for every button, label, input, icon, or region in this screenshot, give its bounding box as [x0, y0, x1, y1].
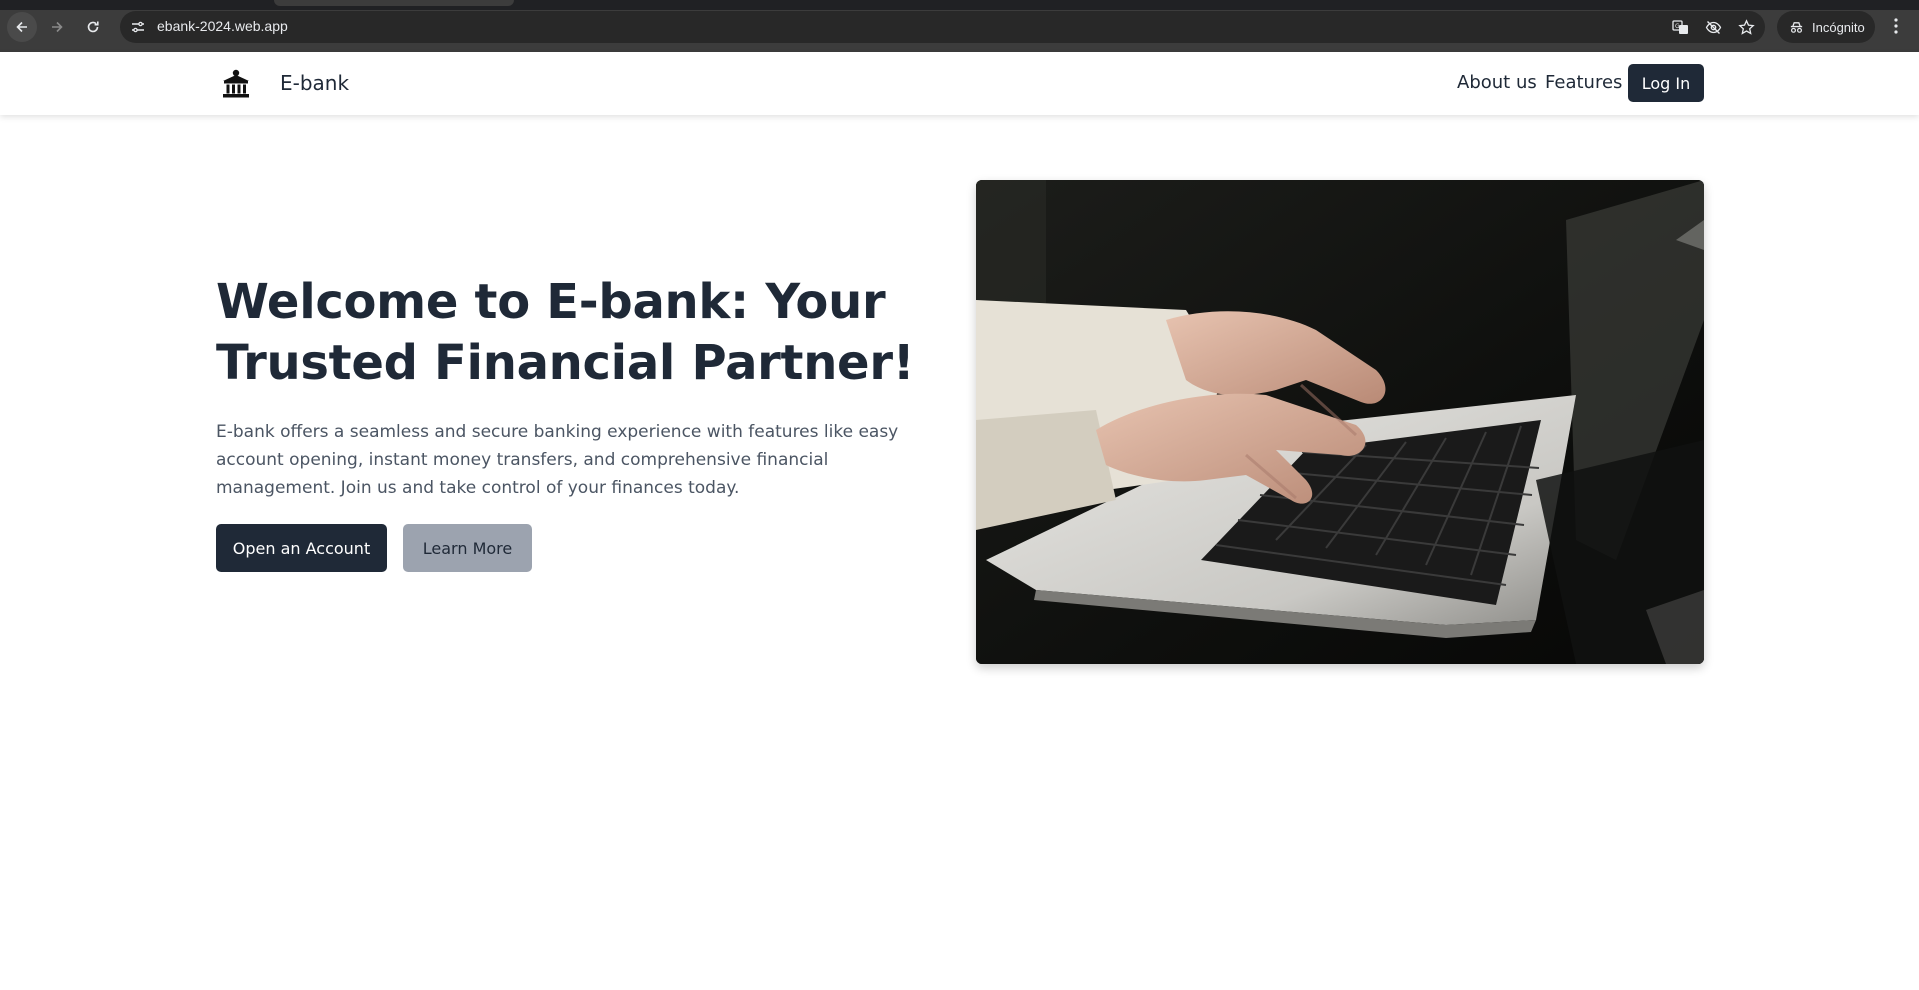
- svg-text:G: G: [1675, 23, 1680, 30]
- incognito-label: Incógnito: [1812, 19, 1865, 35]
- forward-icon: [52, 21, 63, 33]
- translate-icon[interactable]: G: [1672, 19, 1689, 36]
- laptop-typing-illustration: [976, 180, 1704, 664]
- forward-button[interactable]: [42, 12, 72, 42]
- url-text[interactable]: ebank-2024.web.app: [157, 18, 288, 34]
- incognito-icon: [1790, 21, 1803, 33]
- hero-title: Welcome to E-bank: Your Trusted Financia…: [216, 274, 915, 391]
- more-vert-icon[interactable]: [1888, 16, 1904, 36]
- active-tab[interactable]: [274, 0, 514, 6]
- incognito-indicator[interactable]: Incógnito: [1777, 11, 1875, 43]
- learn-more-button[interactable]: Learn More: [403, 524, 532, 572]
- back-button[interactable]: [7, 12, 37, 42]
- reload-icon: [87, 21, 99, 33]
- bank-icon[interactable]: [220, 68, 252, 100]
- back-icon: [16, 21, 27, 33]
- eye-off-icon[interactable]: [1705, 19, 1722, 36]
- open-account-button[interactable]: Open an Account: [216, 524, 387, 572]
- reload-button[interactable]: [78, 12, 108, 42]
- site-info-icon[interactable]: [130, 19, 146, 35]
- browser-toolbar: ebank-2024.web.app G Incógnito: [0, 0, 1919, 52]
- tab-strip: [0, 0, 1919, 10]
- nav-features[interactable]: Features: [1545, 72, 1622, 93]
- login-button[interactable]: Log In: [1628, 64, 1704, 102]
- nav-about-us[interactable]: About us: [1457, 72, 1537, 93]
- address-bar[interactable]: ebank-2024.web.app G: [120, 11, 1765, 43]
- hero-description: E-bank offers a seamless and secure bank…: [216, 422, 899, 498]
- brand-name[interactable]: E-bank: [280, 71, 349, 95]
- hero-image: [976, 180, 1704, 664]
- site-header: E-bank About us Features Log In: [0, 52, 1919, 115]
- star-icon[interactable]: [1738, 19, 1755, 36]
